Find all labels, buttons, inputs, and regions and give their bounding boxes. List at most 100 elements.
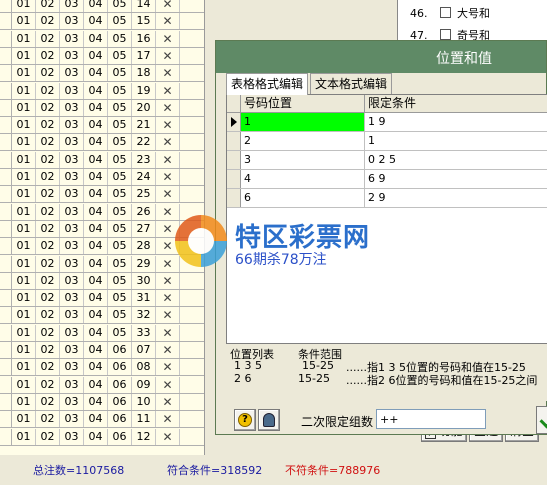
- table-row[interactable]: 01 02 03 04 06 11 ✕: [0, 411, 204, 428]
- exclude-mark-icon[interactable]: ✕: [156, 359, 180, 375]
- exclude-mark-icon[interactable]: ✕: [156, 117, 180, 133]
- exclude-mark-icon[interactable]: ✕: [156, 169, 180, 185]
- exclude-mark-icon[interactable]: ✕: [156, 307, 180, 323]
- column-header-condition[interactable]: 限定条件: [365, 95, 547, 113]
- tab-text-edit[interactable]: 文本格式编辑: [310, 73, 393, 94]
- exclude-mark-icon[interactable]: ✕: [156, 31, 180, 47]
- table-row[interactable]: 01 02 03 04 05 32 ✕: [0, 307, 204, 324]
- table-row[interactable]: 01 02 03 04 05 19 ✕: [0, 83, 204, 100]
- table-row[interactable]: 6 2 9: [227, 189, 547, 208]
- condition-cell[interactable]: 1 9: [365, 113, 547, 131]
- table-row[interactable]: 01 02 03 04 05 33 ✕: [0, 325, 204, 342]
- exclude-mark-icon[interactable]: ✕: [156, 0, 180, 12]
- table-row[interactable]: 2 1: [227, 132, 547, 151]
- table-row[interactable]: 01 02 03 04 05 29 ✕: [0, 256, 204, 273]
- table-row[interactable]: 1 1 9: [227, 113, 547, 132]
- table-row[interactable]: 01 02 03 04 05 16 ✕: [0, 31, 204, 48]
- number-cell: 03: [60, 117, 84, 133]
- tab-table-edit[interactable]: 表格格式编辑: [226, 73, 309, 95]
- row-indicator: [227, 113, 241, 131]
- table-row[interactable]: 3 0 2 5: [227, 151, 547, 170]
- position-cell[interactable]: 3: [241, 151, 365, 169]
- exclude-mark-icon[interactable]: ✕: [156, 186, 180, 202]
- table-row[interactable]: 01 02 03 04 06 07 ✕: [0, 342, 204, 359]
- exclude-mark-icon[interactable]: ✕: [156, 48, 180, 64]
- number-cell: 25: [132, 186, 156, 202]
- table-row[interactable]: 01 02 03 04 05 14 ✕: [0, 0, 204, 13]
- exclude-mark-icon[interactable]: ✕: [156, 204, 180, 220]
- table-row[interactable]: 01 02 03 04 05 22 ✕: [0, 134, 204, 151]
- exclude-mark-icon[interactable]: ✕: [156, 100, 180, 116]
- number-cell: 10: [132, 394, 156, 410]
- table-row[interactable]: 01 02 03 04 05 31 ✕: [0, 290, 204, 307]
- exclude-mark-icon[interactable]: ✕: [156, 238, 180, 254]
- condition-cell[interactable]: 0 2 5: [365, 151, 547, 169]
- table-row[interactable]: 01 02 03 04 05 21 ✕: [0, 117, 204, 134]
- lock-button[interactable]: [258, 409, 280, 431]
- ok-button[interactable]: [536, 406, 547, 434]
- exclude-mark-icon[interactable]: ✕: [156, 429, 180, 445]
- table-row[interactable]: 01 02 03 04 05 24 ✕: [0, 169, 204, 186]
- condition-cell[interactable]: 1: [365, 132, 547, 150]
- exclude-mark-icon[interactable]: ✕: [156, 290, 180, 306]
- number-cell: 07: [132, 342, 156, 358]
- position-cell[interactable]: 2: [241, 132, 365, 150]
- table-row[interactable]: 01 02 03 04 05 27 ✕: [0, 221, 204, 238]
- table-row[interactable]: 01 02 03 04 06 09 ✕: [0, 377, 204, 394]
- position-cell[interactable]: 4: [241, 170, 365, 188]
- list-item-46[interactable]: 46. 大号和: [410, 6, 490, 22]
- number-cell: 02: [36, 0, 60, 12]
- row-marker: [0, 83, 12, 99]
- number-cell: 03: [60, 134, 84, 150]
- exclude-mark-icon[interactable]: ✕: [156, 342, 180, 358]
- number-cell: 03: [60, 377, 84, 393]
- table-row[interactable]: 01 02 03 04 06 12 ✕: [0, 429, 204, 446]
- exclude-mark-icon[interactable]: ✕: [156, 134, 180, 150]
- exclude-mark-icon[interactable]: ✕: [156, 83, 180, 99]
- exclude-mark-icon[interactable]: ✕: [156, 411, 180, 427]
- table-row[interactable]: 01 02 03 04 06 10 ✕: [0, 394, 204, 411]
- number-cell: 04: [84, 31, 108, 47]
- exclude-mark-icon[interactable]: ✕: [156, 65, 180, 81]
- checkbox[interactable]: [440, 7, 451, 18]
- table-row[interactable]: 01 02 03 04 05 28 ✕: [0, 238, 204, 255]
- column-header-position[interactable]: 号码位置: [241, 95, 365, 113]
- position-cell[interactable]: 6: [241, 189, 365, 207]
- number-cell: 03: [60, 273, 84, 289]
- number-cell: 02: [36, 100, 60, 116]
- exclude-mark-icon[interactable]: ✕: [156, 13, 180, 29]
- table-row[interactable]: 4 6 9: [227, 170, 547, 189]
- exclude-mark-icon[interactable]: ✕: [156, 152, 180, 168]
- exclude-mark-icon[interactable]: ✕: [156, 325, 180, 341]
- exclude-mark-icon[interactable]: ✕: [156, 394, 180, 410]
- second-limit-input[interactable]: [376, 409, 486, 429]
- number-cell: 05: [108, 48, 132, 64]
- exclude-mark-icon[interactable]: ✕: [156, 221, 180, 237]
- table-row[interactable]: 01 02 03 04 05 30 ✕: [0, 273, 204, 290]
- number-cell: 01: [12, 221, 36, 237]
- table-row[interactable]: 01 02 03 04 05 20 ✕: [0, 100, 204, 117]
- exclude-mark-icon[interactable]: ✕: [156, 273, 180, 289]
- help-button[interactable]: ?: [234, 409, 256, 431]
- number-cell: 11: [132, 411, 156, 427]
- table-row[interactable]: 01 02 03 04 05 18 ✕: [0, 65, 204, 82]
- number-cell: 03: [60, 152, 84, 168]
- table-row[interactable]: 01 02 03 04 05 23 ✕: [0, 152, 204, 169]
- condition-cell[interactable]: 6 9: [365, 170, 547, 188]
- table-row[interactable]: 01 02 03 04 06 08 ✕: [0, 359, 204, 376]
- table-row[interactable]: 01 02 03 04 05 26 ✕: [0, 204, 204, 221]
- dialog-titlebar[interactable]: 位置和值: [216, 41, 546, 73]
- checkbox[interactable]: [440, 29, 451, 40]
- exclude-mark-icon[interactable]: ✕: [156, 377, 180, 393]
- exclude-mark-icon[interactable]: ✕: [156, 256, 180, 272]
- table-row[interactable]: 01 02 03 04 05 15 ✕: [0, 13, 204, 30]
- number-cell: 05: [108, 221, 132, 237]
- condition-cell[interactable]: 2 9: [365, 189, 547, 207]
- position-cell[interactable]: 1: [241, 113, 365, 131]
- table-row[interactable]: 01 02 03 04 05 17 ✕: [0, 48, 204, 65]
- table-row[interactable]: 01 02 03 04 05 25 ✕: [0, 186, 204, 203]
- condition-table: 号码位置 限定条件 1 1 9 2 1 3 0 2 5 4 6 9 6 2 9: [226, 94, 547, 344]
- number-cell: 04: [84, 290, 108, 306]
- number-cell: 04: [84, 307, 108, 323]
- number-cell: 02: [36, 394, 60, 410]
